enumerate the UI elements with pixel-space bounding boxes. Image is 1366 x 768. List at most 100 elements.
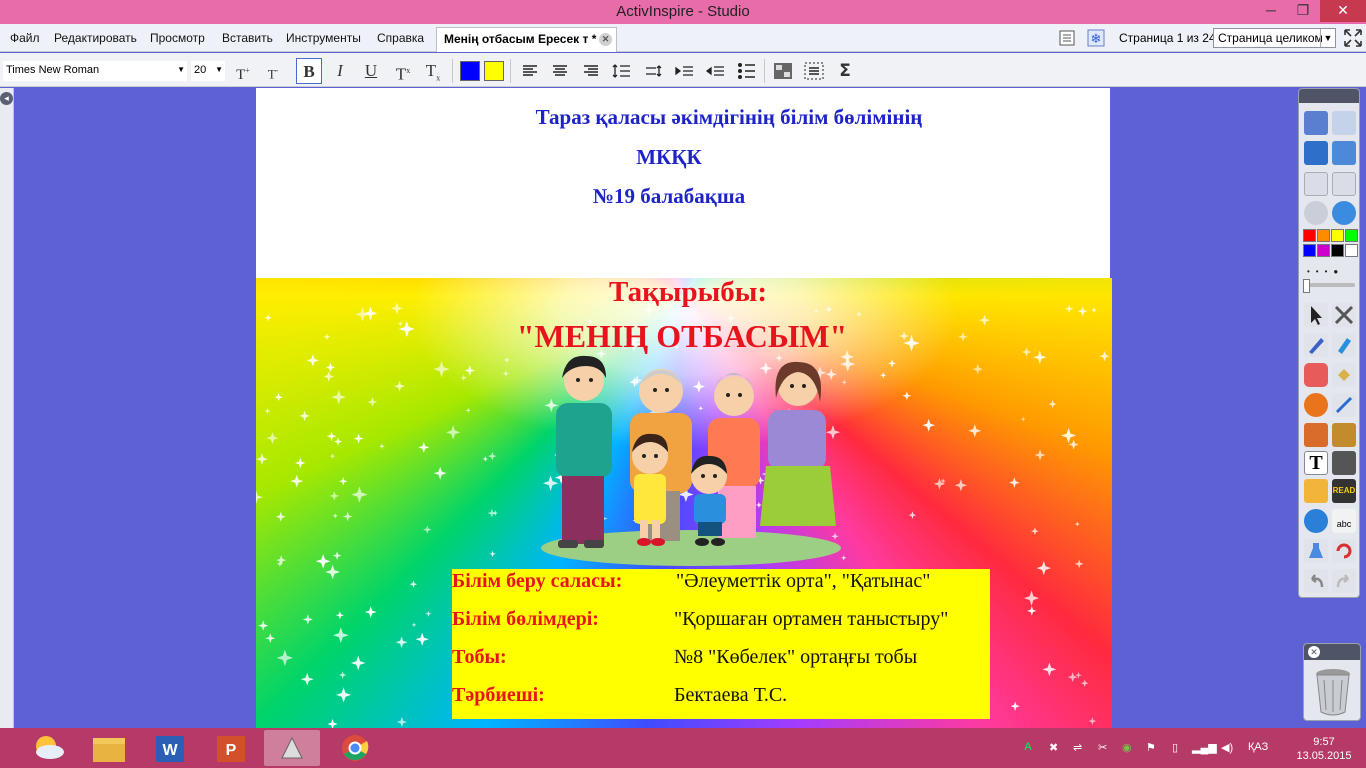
clock[interactable]: 9:57 13.05.2015 bbox=[1293, 735, 1355, 763]
weather-app[interactable] bbox=[20, 730, 76, 766]
shape-icon[interactable] bbox=[1304, 393, 1328, 417]
connector-icon[interactable] bbox=[1332, 393, 1356, 417]
text-color-swatch[interactable] bbox=[460, 61, 480, 81]
tray-flag-icon[interactable]: ⚑ bbox=[1146, 741, 1156, 754]
close-tab-icon[interactable]: ✕ bbox=[599, 33, 612, 46]
align-center-icon[interactable] bbox=[547, 58, 573, 84]
shrink-font-button[interactable]: T- bbox=[260, 58, 286, 84]
fullscreen-icon[interactable] bbox=[1342, 27, 1364, 49]
line-spacing-icon[interactable] bbox=[609, 58, 635, 84]
equation-button[interactable]: Σ bbox=[832, 58, 858, 84]
highlighter-icon[interactable] bbox=[1332, 333, 1356, 357]
browsers-icon[interactable] bbox=[1332, 111, 1356, 135]
select-tool-icon[interactable] bbox=[1304, 303, 1328, 327]
tray-tools-icon[interactable]: ✂ bbox=[1098, 741, 1107, 754]
font-size-select[interactable]: 20 ▼ bbox=[191, 61, 225, 81]
tray-close-icon[interactable]: ✖ bbox=[1049, 741, 1058, 754]
tray-battery-icon[interactable]: ▯ bbox=[1172, 741, 1178, 754]
insert-table-icon[interactable] bbox=[770, 58, 796, 84]
palette-color[interactable] bbox=[1317, 244, 1330, 257]
palette-color[interactable] bbox=[1303, 244, 1316, 257]
powerpoint-app[interactable]: P bbox=[203, 730, 259, 766]
activinspire-app[interactable] bbox=[264, 730, 320, 766]
italic-button[interactable]: I bbox=[327, 58, 353, 84]
bullets-icon[interactable] bbox=[733, 58, 759, 84]
text-tool-icon[interactable]: T bbox=[1304, 451, 1328, 475]
pen-width-dots[interactable]: •••● bbox=[1307, 267, 1355, 276]
panel-pin-icon[interactable]: ◂ bbox=[0, 92, 13, 105]
indent-icon[interactable] bbox=[671, 58, 697, 84]
align-left-icon[interactable] bbox=[517, 58, 543, 84]
menu-tools[interactable]: Инструменты bbox=[286, 31, 361, 45]
sparkle bbox=[300, 672, 314, 686]
play-icon[interactable] bbox=[1304, 201, 1328, 225]
font-select[interactable]: Times New Roman ▼ bbox=[3, 61, 187, 81]
snowflake-icon[interactable]: ❄ bbox=[1087, 29, 1105, 47]
palette-color[interactable] bbox=[1303, 229, 1316, 242]
highlight-color-swatch[interactable] bbox=[484, 61, 504, 81]
page-browser-icon[interactable] bbox=[1058, 29, 1076, 47]
tray-volume-icon[interactable]: ◀) bbox=[1221, 741, 1233, 754]
tray-a-icon[interactable]: A bbox=[1024, 741, 1032, 753]
close-icon[interactable]: ✕ bbox=[1308, 646, 1320, 658]
desktop-tools-icon[interactable] bbox=[1332, 141, 1356, 165]
spellcheck-icon[interactable]: abc bbox=[1332, 509, 1356, 533]
resource-icon[interactable] bbox=[1304, 423, 1328, 447]
align-right-icon[interactable] bbox=[578, 58, 604, 84]
paragraph-spacing-icon[interactable] bbox=[640, 58, 666, 84]
menu-view[interactable]: Просмотр bbox=[150, 31, 205, 45]
superscript-button[interactable]: Tx bbox=[390, 58, 416, 84]
tray-nvidia-icon[interactable]: ◉ bbox=[1122, 741, 1132, 754]
close-button[interactable]: ✕ bbox=[1320, 0, 1366, 22]
file-explorer-app[interactable] bbox=[81, 730, 137, 766]
palette-color[interactable] bbox=[1345, 229, 1358, 242]
refresh-icon[interactable] bbox=[1332, 539, 1356, 563]
handwriting-icon[interactable] bbox=[1304, 479, 1328, 503]
clipart-icon[interactable] bbox=[1332, 423, 1356, 447]
zoom-select[interactable]: Страница целиком ▼ bbox=[1213, 28, 1336, 48]
outdent-icon[interactable] bbox=[702, 58, 728, 84]
undo-icon[interactable] bbox=[1304, 569, 1328, 593]
previous-page-icon[interactable] bbox=[1304, 172, 1328, 196]
text-table-icon[interactable] bbox=[1332, 451, 1356, 475]
transparency-slider[interactable] bbox=[1305, 283, 1355, 287]
web-icon[interactable] bbox=[1304, 509, 1328, 533]
grow-font-button[interactable]: T+ bbox=[230, 58, 256, 84]
language-indicator[interactable]: ҚАЗ bbox=[1248, 741, 1268, 753]
trash-panel[interactable]: ✕ bbox=[1303, 643, 1361, 721]
left-panel[interactable]: ◂ bbox=[0, 88, 14, 728]
main-menu-icon[interactable] bbox=[1304, 111, 1328, 135]
palette-color[interactable] bbox=[1331, 229, 1344, 242]
tray-network-icon[interactable]: ⇌ bbox=[1073, 741, 1082, 754]
menu-edit[interactable]: Редактировать bbox=[54, 31, 137, 45]
menu-insert[interactable]: Вставить bbox=[222, 31, 273, 45]
switch-profile-icon[interactable] bbox=[1332, 201, 1356, 225]
chrome-app[interactable] bbox=[327, 730, 383, 766]
bold-button[interactable]: B bbox=[296, 58, 322, 84]
menu-file[interactable]: Файл bbox=[10, 31, 40, 45]
palette-color[interactable] bbox=[1345, 244, 1358, 257]
pen-icon[interactable] bbox=[1304, 333, 1328, 357]
sparkle bbox=[266, 432, 279, 445]
palette-color[interactable] bbox=[1317, 229, 1330, 242]
palette-color[interactable] bbox=[1331, 244, 1344, 257]
read-icon[interactable]: READ bbox=[1332, 479, 1356, 503]
trash-icon[interactable] bbox=[1314, 666, 1352, 716]
select-text-icon[interactable] bbox=[801, 58, 827, 84]
maximize-button[interactable]: ❐ bbox=[1290, 0, 1316, 22]
eraser-icon[interactable] bbox=[1304, 363, 1328, 387]
subscript-button[interactable]: Tx bbox=[420, 58, 446, 84]
reset-page-icon[interactable] bbox=[1304, 539, 1328, 563]
desktop-annotate-icon[interactable] bbox=[1304, 141, 1328, 165]
fill-icon[interactable] bbox=[1332, 363, 1356, 387]
redo-icon[interactable] bbox=[1332, 569, 1356, 593]
document-tab[interactable]: Менің отбасым Ересек т * ✕ bbox=[436, 27, 617, 52]
word-app[interactable]: W bbox=[142, 730, 198, 766]
tray-signal-icon[interactable]: ▂▄▆ bbox=[1192, 741, 1217, 754]
menu-help[interactable]: Справка bbox=[377, 31, 424, 45]
underline-button[interactable]: U bbox=[358, 58, 384, 84]
transparency-slider-handle[interactable] bbox=[1303, 279, 1310, 293]
next-page-icon[interactable] bbox=[1332, 172, 1356, 196]
minimize-button[interactable]: ─ bbox=[1258, 0, 1284, 22]
tools-menu-icon[interactable] bbox=[1332, 303, 1356, 327]
